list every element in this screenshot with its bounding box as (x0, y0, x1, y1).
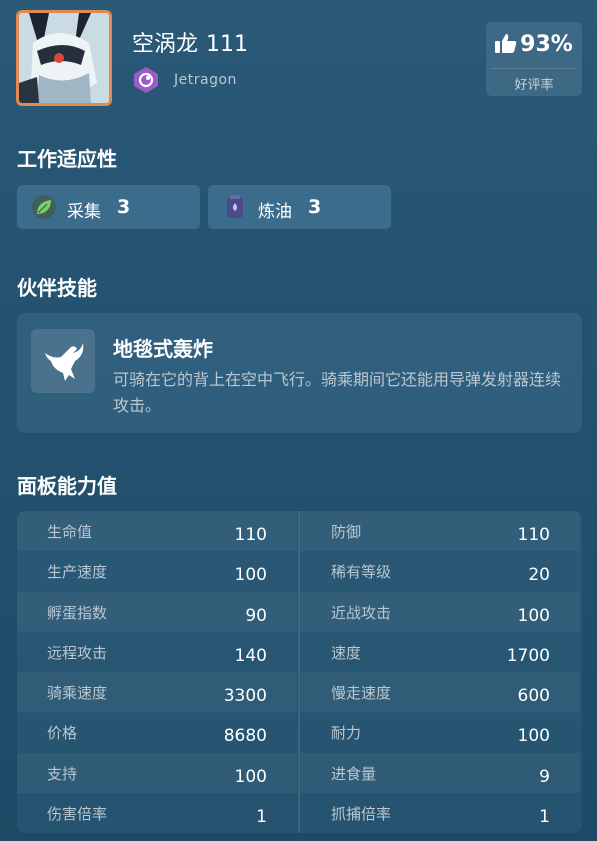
stat-value: 100 (234, 565, 267, 586)
jetragon-portrait-icon (19, 13, 109, 103)
stat-value: 20 (528, 565, 550, 586)
stat-value: 3300 (223, 686, 267, 706)
stat-row: 慢走速度 600 (300, 672, 580, 713)
stat-row: 抓捕倍率 1 (300, 793, 580, 833)
work-suitability-title: 工作适应性 (17, 147, 117, 171)
stat-label: 生产速度 (47, 563, 108, 582)
skill-icon-box (31, 329, 95, 393)
stat-value: 140 (234, 645, 267, 666)
rating-value: 93% (520, 32, 573, 57)
partner-skill-title: 伙伴技能 (17, 276, 97, 300)
rating-badge[interactable]: 93% 好评率 (486, 22, 582, 96)
pal-name-text: 空涡龙 (132, 32, 199, 57)
oil-can-icon (227, 195, 243, 218)
partner-skill-card[interactable]: 地毯式轰炸 可骑在它的背上在空中飞行。骑乘期间它还能用导弹发射器连续攻击。 (17, 313, 582, 433)
eagle-icon (45, 343, 84, 381)
work-item-level: 3 (308, 196, 322, 218)
stat-value: 110 (234, 525, 267, 545)
stat-row: 支持 100 (17, 752, 297, 793)
stat-row: 防御 110 (300, 511, 580, 552)
stat-label: 稀有等级 (331, 563, 392, 582)
stat-value: 100 (234, 766, 267, 787)
stat-label: 伤害倍率 (47, 804, 108, 823)
stat-label: 远程攻击 (47, 643, 108, 662)
thumbs-up-icon (495, 34, 517, 53)
stat-label: 生命值 (47, 523, 93, 541)
pal-header: 空涡龙 111 Jetragon 93% 好评率 (16, 10, 582, 108)
stat-value: 1700 (506, 645, 550, 666)
work-item-gathering[interactable]: 采集 3 (17, 185, 200, 229)
stat-label: 支持 (47, 764, 78, 783)
stat-row: 近战攻击 100 (300, 591, 580, 632)
dragon-element-icon (134, 67, 158, 93)
stat-label: 孵蛋指数 (47, 603, 108, 622)
pal-number: 111 (206, 32, 249, 57)
work-item-label: 炼油 (258, 202, 292, 222)
stat-row: 生产速度 100 (17, 551, 297, 591)
stat-row: 耐力 100 (300, 712, 580, 752)
stat-label: 近战攻击 (331, 603, 392, 622)
pal-avatar (16, 10, 112, 106)
stat-value: 90 (245, 605, 267, 626)
stat-row: 骑乘速度 3300 (17, 672, 297, 713)
stat-value: 1 (539, 806, 550, 827)
pal-species: Jetragon (174, 72, 237, 88)
stat-row: 进食量 9 (300, 752, 580, 793)
stat-label: 耐力 (331, 724, 362, 743)
stat-value: 110 (517, 525, 550, 545)
stat-label: 价格 (47, 724, 78, 743)
stat-row: 速度 1700 (300, 632, 580, 672)
stats-table: 生命值 110 生产速度 100 孵蛋指数 90 远程攻击 140 骑乘速度 3300 价… (17, 511, 582, 833)
skill-name: 地毯式轰炸 (113, 337, 213, 361)
leaf-icon (32, 195, 56, 219)
rating-value-row: 93% (486, 32, 582, 57)
skill-description: 可骑在它的背上在空中飞行。骑乘期间它还能用导弹发射器连续攻击。 (113, 370, 562, 415)
work-item-level: 3 (117, 196, 131, 218)
stat-label: 速度 (331, 643, 362, 662)
stats-column-left: 生命值 110 生产速度 100 孵蛋指数 90 远程攻击 140 骑乘速度 3300 价… (17, 511, 297, 833)
stat-label: 抓捕倍率 (331, 804, 392, 823)
stat-row: 价格 8680 (17, 712, 297, 752)
stats-title: 面板能力值 (17, 474, 117, 498)
stat-label: 防御 (331, 523, 362, 541)
stat-value: 9 (539, 766, 550, 787)
stat-row: 生命值 110 (17, 511, 297, 552)
pal-name: 空涡龙 111 (132, 34, 248, 56)
stats-column-right: 防御 110 稀有等级 20 近战攻击 100 速度 1700 慢走速度 600 耐力 10… (300, 511, 580, 833)
stat-value: 1 (256, 806, 267, 827)
rating-label: 好评率 (514, 78, 554, 93)
work-item-oil[interactable]: 炼油 3 (208, 185, 391, 229)
stat-value: 100 (517, 605, 550, 626)
rating-divider (492, 68, 576, 69)
stat-row: 远程攻击 140 (17, 632, 297, 672)
stat-row: 伤害倍率 1 (17, 793, 297, 833)
stat-value: 8680 (223, 726, 267, 747)
stat-value: 600 (517, 686, 550, 706)
stat-label: 骑乘速度 (47, 684, 108, 702)
stat-label: 进食量 (331, 764, 377, 783)
stat-label: 慢走速度 (331, 684, 392, 702)
stat-value: 100 (517, 726, 550, 747)
stat-row: 孵蛋指数 90 (17, 591, 297, 632)
work-item-label: 采集 (67, 202, 101, 222)
stat-row: 稀有等级 20 (300, 551, 580, 591)
